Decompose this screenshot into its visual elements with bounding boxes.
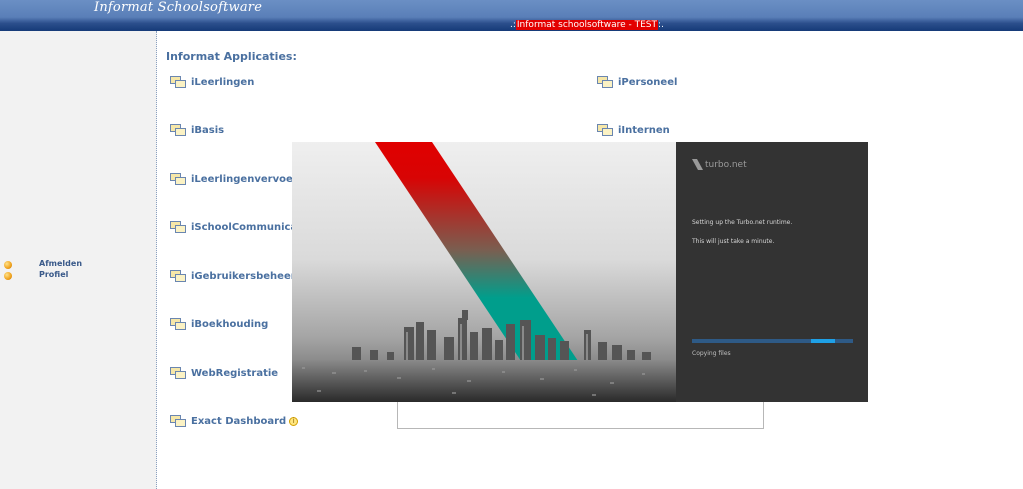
application-windows-icon [170,75,187,89]
application-windows-icon [170,414,187,428]
sidebar-item-label[interactable]: Profiel [39,270,68,279]
progress-bar [692,339,853,343]
app-header: Informat Schoolsoftware .:Informat schoo… [0,0,1023,31]
app-label[interactable]: iLeerlingenvervoer [191,174,298,185]
sidebar-item-afmelden[interactable]: Afmelden [4,259,82,270]
app-label[interactable]: iGebruikersbeheer [191,271,296,282]
application-windows-icon [597,123,614,137]
app-link-exact-dashboard[interactable]: Exact Dashboard i [170,413,299,429]
app-link-ibasis[interactable]: iBasis [170,122,224,138]
app-label[interactable]: iBoekhouding [191,319,268,330]
env-suffix: :. [658,20,664,30]
city-skyline-image [292,142,676,402]
application-windows-icon [597,75,614,89]
application-windows-icon [170,220,187,234]
skyline-graphic [292,142,676,402]
app-title: Informat Schoolsoftware [94,0,263,15]
app-label[interactable]: WebRegistratie [191,368,278,379]
application-windows-icon [170,317,187,331]
progress-bar-fill [811,339,835,343]
app-link-iboekhouding[interactable]: iBoekhouding [170,316,268,332]
sidebar-item-label[interactable]: Afmelden [39,259,82,268]
app-link-webregistratie[interactable]: WebRegistratie [170,365,278,381]
app-label[interactable]: iPersoneel [618,77,677,88]
setup-message: Setting up the Turbo.net runtime. [692,219,793,226]
sidebar-item-profiel[interactable]: Profiel [4,270,68,281]
application-windows-icon [170,366,187,380]
app-label[interactable]: iLeerlingen [191,77,254,88]
application-windows-icon [170,269,187,283]
env-label: Informat schoolsoftware - TEST [515,20,659,30]
turbo-logo-icon [692,159,703,170]
turbo-info-panel: turbo.net Setting up the Turbo.net runti… [676,142,868,402]
app-link-ileerlingenvervoer[interactable]: iLeerlingenvervoer [170,171,298,187]
app-link-igebruikersbeheer[interactable]: iGebruikersbeheer [170,268,296,284]
app-link-iinternen[interactable]: iInternen [597,122,670,138]
app-link-ipersoneel[interactable]: iPersoneel [597,74,677,90]
application-windows-icon [170,172,187,186]
turbo-logo-text: turbo.net [705,159,747,170]
section-title: Informat Applicaties: [166,50,297,63]
app-link-ischoolcommunicatie[interactable]: iSchoolCommunicatie [170,219,312,235]
app-link-ileerlingen[interactable]: iLeerlingen [170,74,254,90]
progress-label: Copying files [692,350,731,357]
app-label[interactable]: iBasis [191,125,224,136]
environment-banner: .:Informat schoolsoftware - TEST:. [510,20,664,31]
turbo-logo: turbo.net [692,159,747,170]
turbo-setup-dialog: turbo.net Setting up the Turbo.net runti… [292,142,868,402]
app-label[interactable]: Exact Dashboard [191,416,286,427]
bullet-icon [4,271,12,280]
application-windows-icon [170,123,187,137]
info-icon[interactable]: i [289,416,299,426]
wait-message: This will just take a minute. [692,238,775,245]
bullet-icon [4,260,12,269]
sidebar: Afmelden Profiel [0,31,157,489]
app-label[interactable]: iInternen [618,125,670,136]
